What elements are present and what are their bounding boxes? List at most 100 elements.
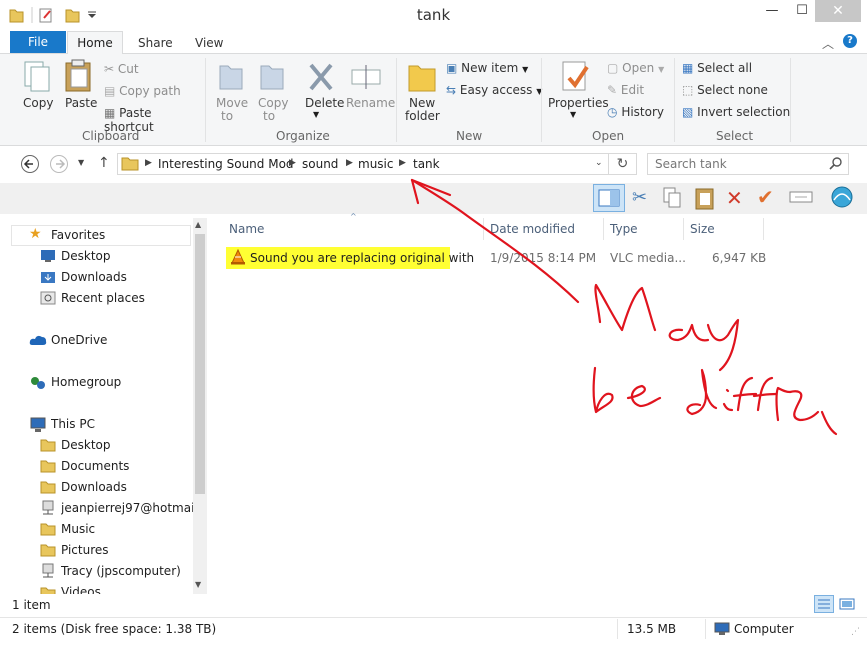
breadcrumb-item[interactable]: tank	[413, 157, 440, 171]
nav-thispc[interactable]: This PC	[51, 414, 95, 434]
copy-button[interactable]	[22, 60, 52, 97]
breadcrumb-item[interactable]: music	[358, 157, 393, 171]
nav-scrollbar-thumb[interactable]	[195, 234, 205, 494]
column-divider[interactable]	[683, 218, 684, 240]
nav-favorites[interactable]: Favorites	[51, 225, 105, 245]
invert-selection-icon: ▧	[682, 105, 694, 119]
maximize-button[interactable]: ☐	[787, 0, 817, 22]
history-button[interactable]: ◷ History	[607, 105, 677, 119]
status-size: 13.5 MB	[627, 622, 677, 636]
properties-button[interactable]	[559, 58, 593, 99]
copy-icon	[24, 61, 50, 92]
column-header-name[interactable]: Name	[229, 222, 264, 236]
details-view-button[interactable]	[814, 595, 834, 613]
resize-grip-icon[interactable]: ⋰	[851, 627, 860, 637]
paste-button[interactable]	[63, 58, 95, 97]
easy-access-label: Easy access	[459, 83, 533, 97]
delete-dropdown-icon[interactable]: ▼	[313, 110, 319, 119]
select-none-button[interactable]: ⬚ Select none	[682, 83, 792, 97]
column-divider[interactable]	[483, 218, 484, 240]
nav-fav-recent-places[interactable]: Recent places	[61, 288, 145, 308]
preview-pane-button[interactable]	[593, 184, 625, 212]
nav-pc-network-location[interactable]: jeanpierrej97@hotmail.co	[61, 498, 193, 518]
invert-selection-button[interactable]: ▧ Invert selection	[682, 105, 792, 119]
copy-to-button[interactable]	[257, 60, 287, 97]
up-arrow-icon[interactable]: ↑	[98, 155, 110, 171]
chevron-right-icon[interactable]: ▶	[145, 158, 152, 168]
breadcrumb-item[interactable]: sound	[302, 157, 338, 171]
chevron-right-icon[interactable]: ▶	[346, 158, 353, 168]
search-icon[interactable]	[829, 156, 843, 173]
large-icons-view-button[interactable]	[838, 596, 856, 615]
open-label: Open	[622, 61, 655, 75]
copy-path-button[interactable]: ▤ Copy path	[104, 84, 204, 98]
nav-pc-tracy[interactable]: Tracy (jpscomputer)	[61, 561, 181, 581]
properties-dropdown-icon[interactable]: ▼	[570, 110, 576, 119]
file-type: VLC media...	[610, 251, 686, 265]
nav-onedrive[interactable]: OneDrive	[51, 330, 107, 350]
chevron-right-icon[interactable]: ▶	[289, 158, 296, 168]
nav-pc-pictures[interactable]: Pictures	[61, 540, 109, 560]
new-item-button[interactable]: ▣ New item ▼	[446, 61, 546, 75]
nav-pc-music[interactable]: Music	[61, 519, 95, 539]
easy-access-button[interactable]: ⇆ Easy access ▼	[446, 83, 546, 97]
nav-fav-desktop[interactable]: Desktop	[61, 246, 111, 266]
annotation-letter-f	[732, 376, 758, 412]
column-divider[interactable]	[603, 218, 604, 240]
breadcrumb-item[interactable]: Interesting Sound Mod	[158, 157, 294, 171]
file-name[interactable]: Sound you are replacing original with	[250, 251, 474, 265]
new-folder-button[interactable]	[406, 58, 438, 97]
forward-button[interactable]	[49, 154, 69, 177]
nav-pc-documents[interactable]: Documents	[61, 456, 129, 476]
collapse-ribbon-icon[interactable]: ︿	[822, 35, 834, 52]
scroll-down-icon[interactable]: ▼	[195, 580, 201, 589]
tab-view[interactable]: View	[195, 36, 223, 50]
open-icon: ▢	[607, 61, 619, 75]
select-none-icon: ⬚	[682, 83, 694, 97]
column-header-type[interactable]: Type	[610, 222, 638, 236]
delete-x-icon[interactable]: ✕	[726, 186, 743, 210]
tab-file[interactable]: File	[10, 31, 66, 53]
refresh-button[interactable]: ↻	[609, 153, 637, 175]
column-header-size[interactable]: Size	[690, 222, 715, 236]
column-header-date[interactable]: Date modified	[490, 222, 575, 236]
close-button[interactable]: ✕	[815, 0, 861, 22]
back-button[interactable]	[20, 154, 40, 177]
tab-home[interactable]: Home	[67, 31, 123, 55]
open-button[interactable]: ▢ Open ▼	[607, 61, 677, 75]
rename-button[interactable]	[350, 62, 382, 95]
edit-button[interactable]: ✎ Edit	[607, 83, 677, 97]
nav-pc-desktop[interactable]: Desktop	[61, 435, 111, 455]
move-to-button[interactable]	[216, 60, 246, 97]
nav-pc-downloads[interactable]: Downloads	[61, 477, 127, 497]
cut-button[interactable]: ✂ Cut	[104, 62, 204, 76]
new-folder-label: New	[409, 96, 436, 110]
delete-button[interactable]	[306, 60, 336, 97]
downloads-folder-icon	[40, 480, 56, 497]
scroll-up-icon[interactable]: ▲	[195, 220, 201, 229]
select-all-button[interactable]: ▦ Select all	[682, 61, 792, 75]
copy-icon[interactable]	[662, 186, 684, 213]
checkmark-icon[interactable]: ✔	[757, 185, 774, 209]
scissors-icon[interactable]: ✂	[632, 187, 647, 208]
nav-fav-downloads[interactable]: Downloads	[61, 267, 127, 287]
history-label: History	[621, 105, 665, 119]
paste-icon	[65, 59, 91, 92]
column-divider[interactable]	[763, 218, 764, 240]
address-dropdown-icon[interactable]: ⌄	[595, 158, 603, 168]
pictures-folder-icon	[40, 543, 56, 560]
tab-share[interactable]: Share	[138, 36, 173, 50]
annotation-letter-d	[686, 368, 718, 416]
item-count: 1 item	[12, 598, 51, 612]
chevron-right-icon[interactable]: ▶	[399, 158, 406, 168]
shell-icon[interactable]	[828, 184, 856, 213]
edit-icon: ✎	[607, 83, 618, 97]
recent-locations-dropdown-icon[interactable]: ▼	[78, 158, 84, 167]
search-input[interactable]: Search tank	[655, 157, 727, 171]
nav-homegroup[interactable]: Homegroup	[51, 372, 121, 392]
paste-icon[interactable]	[693, 185, 717, 214]
nav-pc-videos[interactable]: Videos	[61, 582, 101, 594]
help-icon[interactable]: ?	[843, 34, 857, 48]
rename-icon[interactable]	[789, 189, 813, 208]
minimize-button[interactable]: —	[757, 0, 787, 22]
